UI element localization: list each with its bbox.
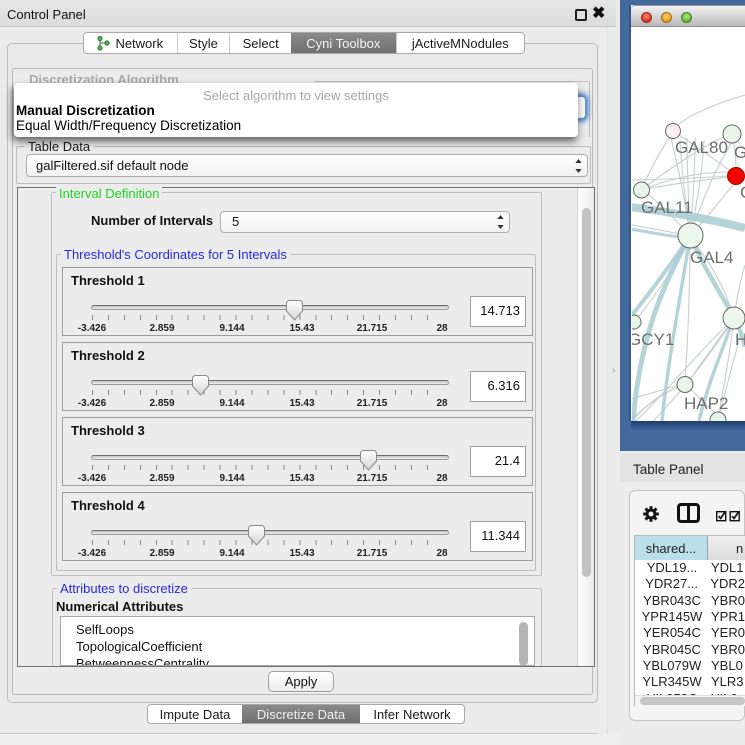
svg-text:GAL80: GAL80: [675, 138, 728, 157]
svg-text:HAP2: HAP2: [684, 394, 728, 413]
svg-text:G.: G.: [734, 143, 745, 162]
svg-text:C: C: [740, 183, 745, 202]
svg-text:GCY1: GCY1: [632, 330, 674, 349]
svg-text:H: H: [735, 330, 745, 349]
svg-text:GAL4: GAL4: [690, 248, 733, 267]
svg-text:GAL11: GAL11: [641, 198, 693, 217]
